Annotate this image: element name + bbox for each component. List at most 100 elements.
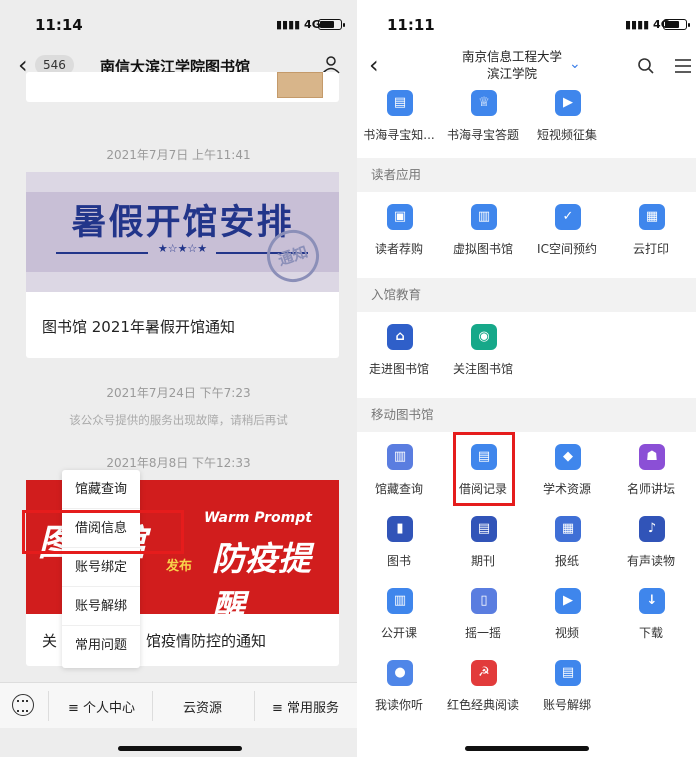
app-label: 名师讲坛 bbox=[626, 482, 675, 496]
app-tile[interactable]: ▥ 虚拟图书馆 bbox=[441, 198, 525, 270]
menu-label: 常用服务 bbox=[287, 701, 340, 716]
profile-icon[interactable] bbox=[321, 54, 341, 74]
app-label: 公开课 bbox=[380, 626, 417, 640]
app-tile[interactable]: ▣ 读者荐购 bbox=[357, 198, 441, 270]
lecture-icon: ☗ bbox=[639, 444, 665, 470]
icon-glyph: ▶ bbox=[563, 593, 573, 608]
app-tile[interactable]: ♪ 有声读物 bbox=[609, 510, 693, 582]
app-label: 期刊 bbox=[470, 554, 495, 568]
app-label: IC空间预约 bbox=[537, 242, 597, 256]
menu-label: 个人中心 bbox=[83, 701, 136, 716]
menu-item-faq[interactable]: 常用问题 bbox=[62, 626, 140, 665]
app-label: 云打印 bbox=[632, 242, 669, 256]
message-timestamp: 2021年7月24日 下午7:23 bbox=[106, 386, 251, 400]
article-title-start[interactable]: 关 bbox=[42, 630, 57, 651]
article-title[interactable]: 图书馆 2021年暑假开馆通知 bbox=[42, 316, 235, 337]
menu-item-collection-query[interactable]: 馆藏查询 bbox=[62, 470, 140, 509]
app-tile[interactable]: ✓ IC空间预约 bbox=[525, 198, 609, 270]
app-tile[interactable]: ▥ 馆藏查询 bbox=[357, 438, 441, 510]
section-header: 入馆教育 bbox=[357, 278, 696, 312]
app-tile[interactable]: ↓ 下载 bbox=[609, 582, 693, 654]
app-tile[interactable]: ☭ 红色经典阅读 bbox=[441, 654, 525, 726]
journal-icon: ▤ bbox=[471, 516, 497, 542]
menu-common-services[interactable]: ≡ 常用服务 bbox=[272, 697, 339, 716]
battery-icon bbox=[318, 19, 345, 30]
app-label: 读者荐购 bbox=[374, 242, 423, 256]
search-icon[interactable] bbox=[637, 57, 655, 75]
library-portal-screen: 11:11 ▮▮▮▮ 4G ‹ 南京信息工程大学滨江学院 ⌄ ▤ 书海寻宝知...… bbox=[357, 0, 696, 757]
app-tile[interactable]: ● 我读你听 bbox=[357, 654, 441, 726]
icon-glyph: ● bbox=[394, 665, 406, 680]
nav-bar: ‹ 南京信息工程大学滨江学院 ⌄ bbox=[357, 46, 696, 86]
banner-subtitle: 防疫提醒 bbox=[212, 539, 311, 614]
keyboard-icon[interactable] bbox=[12, 694, 34, 716]
menu-icon[interactable] bbox=[675, 59, 691, 73]
app-tile[interactable]: ▦ 报纸 bbox=[525, 510, 609, 582]
book-icon: ▤ bbox=[387, 90, 413, 116]
menu-divider bbox=[48, 691, 49, 721]
app-label: 书海寻宝知... bbox=[363, 128, 435, 142]
app-tile[interactable]: ▶ 视频 bbox=[525, 582, 609, 654]
signal-indicator: ▮▮▮▮ 4G bbox=[276, 18, 321, 31]
section-header: 移动图书馆 bbox=[357, 398, 696, 432]
status-bar: 11:14 ▮▮▮▮ 4G bbox=[0, 0, 357, 46]
app-label: 馆藏查询 bbox=[374, 482, 423, 496]
app-tile[interactable]: ▤ 账号解绑 bbox=[525, 654, 609, 726]
icon-glyph: ▥ bbox=[477, 209, 491, 224]
account-menu-bar: ≡ 个人中心 云资源 ≡ 常用服务 bbox=[0, 682, 357, 728]
back-arrow-icon[interactable]: ‹ bbox=[369, 50, 379, 80]
app-grid-content[interactable]: ▤ 书海寻宝知... ♕ 书海寻宝答题 ▶ 短视频征集 读者应用 ▣ 读者荐购 ▥ 虚拟图书馆 ✓ IC… bbox=[357, 86, 696, 757]
calendar-icon: ✓ bbox=[555, 204, 581, 230]
newspaper-icon: ▦ bbox=[555, 516, 581, 542]
icon-glyph: ▥ bbox=[393, 449, 407, 464]
menu-personal-center[interactable]: ≡ 个人中心 bbox=[68, 697, 135, 716]
app-tile[interactable]: ▶ 短视频征集 bbox=[525, 84, 609, 156]
article-card-summer[interactable]: 暑假开馆安排 ★☆★☆★ 通知 图书馆 2021年暑假开馆通知 bbox=[26, 172, 339, 358]
hammer-sickle-icon: ☭ bbox=[471, 660, 497, 686]
icon-glyph: ↓ bbox=[646, 593, 658, 608]
app-tile[interactable]: ▮ 图书 bbox=[357, 510, 441, 582]
menu-divider bbox=[152, 691, 153, 721]
video-icon: ▶ bbox=[555, 90, 581, 116]
app-tile[interactable]: ▤ 书海寻宝知... bbox=[357, 84, 441, 156]
article-title-end[interactable]: 馆疫情防控的通知 bbox=[146, 630, 266, 651]
highlight-box-borrow-record bbox=[453, 432, 515, 506]
app-tile[interactable]: ◉ 关注图书馆 bbox=[441, 318, 525, 390]
icon-glyph: ▦ bbox=[645, 209, 659, 224]
highlight-box-borrow-info bbox=[22, 510, 184, 554]
app-label: 虚拟图书馆 bbox=[452, 242, 513, 256]
chevron-down-icon[interactable]: ⌄ bbox=[569, 56, 581, 72]
app-tile[interactable]: ▦ 云打印 bbox=[609, 198, 693, 270]
previous-article-card[interactable] bbox=[26, 72, 339, 102]
icon-glyph: ▤ bbox=[393, 95, 407, 110]
app-tile[interactable]: ▯ 摇一摇 bbox=[441, 582, 525, 654]
icon-glyph: ◆ bbox=[563, 449, 573, 464]
app-tile[interactable]: ⌂ 走进图书馆 bbox=[357, 318, 441, 390]
message-list[interactable]: 2021年7月7日 上午11:41 暑假开馆安排 ★☆★☆★ 通知 图书馆 20… bbox=[0, 72, 357, 682]
app-label: 摇一摇 bbox=[464, 626, 501, 640]
page-title[interactable]: 南京信息工程大学滨江学院 bbox=[457, 48, 567, 82]
academic-icon: ◆ bbox=[555, 444, 581, 470]
app-tile[interactable]: ▥ 公开课 bbox=[357, 582, 441, 654]
download-icon: ↓ bbox=[639, 588, 665, 614]
library-icon: ▥ bbox=[471, 204, 497, 230]
audio-icon: ♪ bbox=[639, 516, 665, 542]
menu-item-unbind-account[interactable]: 账号解绑 bbox=[62, 587, 140, 626]
status-bar: 11:11 ▮▮▮▮ 4G bbox=[357, 0, 696, 46]
trophy-icon: ♕ bbox=[471, 90, 497, 116]
wechat-official-account-screen: 11:14 ▮▮▮▮ 4G ‹ 546 南信大滨江学院图书馆 2021年7月7日… bbox=[0, 0, 357, 757]
cart-icon: ▣ bbox=[387, 204, 413, 230]
icon-glyph: ▤ bbox=[561, 665, 575, 680]
app-tile[interactable]: ◆ 学术资源 bbox=[525, 438, 609, 510]
app-tile[interactable]: ☗ 名师讲坛 bbox=[609, 438, 693, 510]
icon-glyph: ▣ bbox=[393, 209, 407, 224]
menu-divider bbox=[254, 691, 255, 721]
app-label: 我读你听 bbox=[374, 698, 423, 712]
eye-icon: ◉ bbox=[471, 324, 497, 350]
app-tile[interactable]: ▤ 期刊 bbox=[441, 510, 525, 582]
icon-glyph: ✓ bbox=[562, 209, 574, 224]
icon-glyph: ◉ bbox=[478, 329, 490, 344]
message-timestamp: 2021年7月7日 上午11:41 bbox=[106, 148, 251, 162]
menu-cloud-resources[interactable]: 云资源 bbox=[183, 697, 222, 716]
app-tile[interactable]: ♕ 书海寻宝答题 bbox=[441, 84, 525, 156]
